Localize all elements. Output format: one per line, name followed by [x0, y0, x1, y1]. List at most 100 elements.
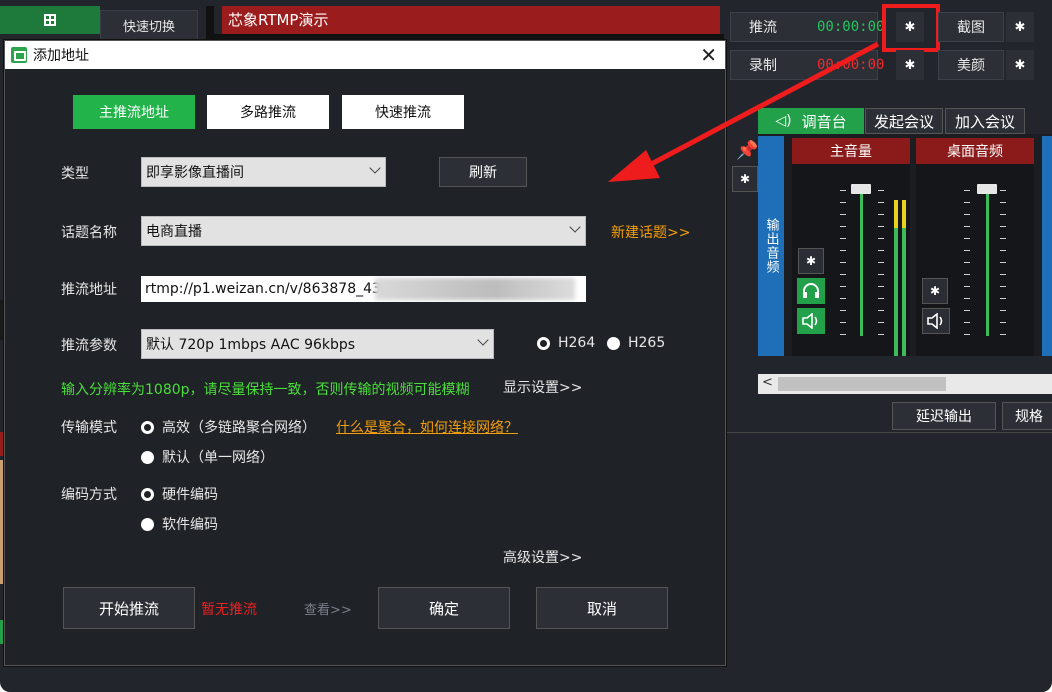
record-settings-gear-icon[interactable]: ✱ — [896, 50, 924, 80]
push-url-value: rtmp://p1.weizan.cn/v/863878_434 — [145, 281, 390, 297]
advanced-settings-link[interactable]: 高级设置>> — [503, 547, 582, 567]
fader-tick — [964, 310, 970, 311]
type-select-value: 即享影像直播间 — [146, 165, 244, 181]
push-params-select[interactable]: 默认 720p 1mbps AAC 96kbps — [141, 329, 494, 359]
beauty-gear-icon[interactable]: ✱ — [1006, 50, 1034, 80]
grid-icon — [44, 14, 56, 26]
mixer-scrollbar[interactable]: < — [758, 374, 1052, 394]
fader-tick — [964, 298, 970, 299]
fader-tick — [878, 334, 884, 335]
new-topic-link[interactable]: 新建话题>> — [611, 222, 690, 242]
screenshot-button[interactable]: 截图 — [938, 12, 1004, 42]
fader-tick — [878, 238, 884, 239]
tab-multi-push[interactable]: 多路推流 — [207, 95, 329, 129]
channel-master-header: 主音量 — [792, 138, 910, 164]
transport-default-radio[interactable]: 默认（单一网络） — [141, 447, 274, 467]
fader-tick — [964, 286, 970, 287]
push-url-input[interactable]: rtmp://p1.weizan.cn/v/863878_434 — [141, 276, 586, 302]
master-fader-track — [860, 190, 863, 336]
chevron-down-icon — [477, 334, 489, 346]
start-push-button[interactable]: 开始推流 — [63, 587, 195, 629]
fader-tick — [1000, 250, 1006, 251]
fader-tick — [840, 322, 846, 323]
view-link[interactable]: 查看>> — [304, 599, 352, 618]
fader-tick — [878, 262, 884, 263]
fader-tick — [1000, 202, 1006, 203]
fader-tick — [1000, 238, 1006, 239]
fader-tick — [1000, 226, 1006, 227]
screenshot-gear-icon[interactable]: ✱ — [1006, 12, 1034, 42]
radio-unselected-icon — [607, 336, 620, 350]
fader-tick — [840, 274, 846, 275]
desktop-settings-gear-icon[interactable]: ✱ — [922, 278, 948, 304]
fader-tick — [840, 226, 846, 227]
refresh-button[interactable]: 刷新 — [439, 157, 527, 187]
tab-join-meeting[interactable]: 加入会议 — [945, 108, 1025, 134]
type-select[interactable]: 即享影像直播间 — [141, 157, 386, 187]
aggregation-help-link[interactable]: 什么是聚合，如何连接网络？ — [336, 417, 518, 437]
fader-tick — [1000, 334, 1006, 335]
speaker-icon: ◁) — [775, 113, 792, 129]
topic-select[interactable]: 电商直播 — [141, 216, 586, 246]
headphone-icon[interactable] — [797, 278, 825, 304]
fader-tick — [964, 226, 970, 227]
encoding-hardware-radio[interactable]: 硬件编码 — [141, 484, 218, 504]
quick-switch-button[interactable]: 快速切换 — [100, 10, 198, 40]
beauty-button[interactable]: 美颜 — [938, 50, 1004, 80]
fader-tick — [878, 190, 884, 191]
resolution-hint: 输入分辨率为1080p，请尽量保持一致，否则传输的视频可能模糊 — [61, 382, 470, 398]
app-logo-icon — [11, 47, 27, 63]
close-icon[interactable]: ✕ — [700, 43, 717, 67]
layout-grid-button[interactable] — [0, 6, 100, 34]
scroll-thumb[interactable] — [778, 377, 946, 391]
desktop-volume-icon[interactable] — [922, 308, 950, 334]
encoding-software-radio[interactable]: 软件编码 — [141, 514, 218, 534]
delay-output-button[interactable]: 延迟输出 — [892, 402, 996, 430]
radio-selected-icon — [141, 420, 154, 434]
fader-tick — [878, 310, 884, 311]
confirm-button[interactable]: 确定 — [378, 587, 510, 629]
output-audio-label: 输出音频 — [758, 136, 784, 356]
desktop-fader-knob[interactable] — [977, 184, 997, 194]
cancel-button[interactable]: 取消 — [536, 587, 668, 629]
fader-tick — [840, 298, 846, 299]
master-meter-right — [902, 228, 906, 356]
codec-h265-radio[interactable]: H265 — [607, 335, 665, 351]
chevron-down-icon — [369, 162, 381, 174]
tab-main-push-address[interactable]: 主推流地址 — [73, 95, 195, 129]
radio-unselected-icon — [141, 450, 154, 464]
fader-tick — [840, 310, 846, 311]
tab-fast-push[interactable]: 快速推流 — [342, 95, 464, 129]
tab-mixer[interactable]: ◁) 调音台 — [758, 108, 864, 134]
fader-tick — [1000, 262, 1006, 263]
fader-tick — [1000, 310, 1006, 311]
master-fader-knob[interactable] — [851, 184, 871, 194]
fader-tick — [840, 250, 846, 251]
fader-tick — [878, 202, 884, 203]
encoding-label: 编码方式 — [61, 487, 117, 503]
transport-efficient-label: 高效（多链路聚合网络） — [162, 420, 316, 436]
mixer-settings-gear-icon[interactable]: ✱ — [732, 166, 758, 192]
master-meter-left — [894, 228, 898, 356]
fader-tick — [878, 286, 884, 287]
codec-h264-radio[interactable]: H264 — [537, 335, 595, 351]
push-timer: 00:00:00 — [817, 19, 885, 35]
pin-icon[interactable]: 📌 — [736, 140, 758, 162]
push-params-value: 默认 720p 1mbps AAC 96kbps — [146, 337, 356, 353]
transport-efficient-radio[interactable]: 高效（多链路聚合网络） — [141, 417, 316, 437]
spec-button[interactable]: 规格 — [1002, 402, 1052, 430]
fader-tick — [1000, 214, 1006, 215]
record-button[interactable]: 录制 00:00:00 — [730, 50, 884, 80]
master-volume-icon[interactable] — [797, 308, 825, 334]
fader-tick — [840, 190, 846, 191]
tab-start-meeting[interactable]: 发起会议 — [865, 108, 943, 134]
master-settings-gear-icon[interactable]: ✱ — [798, 248, 824, 274]
topic-select-value: 电商直播 — [146, 224, 202, 240]
push-params-label: 推流参数 — [61, 338, 117, 354]
divider — [724, 432, 1052, 433]
fader-tick — [878, 250, 884, 251]
push-stream-button[interactable]: 推流 00:00:00 — [730, 12, 884, 42]
codec-h265-label: H265 — [628, 335, 666, 351]
scroll-left-icon[interactable]: < — [762, 375, 773, 390]
display-settings-link[interactable]: 显示设置>> — [503, 377, 582, 397]
